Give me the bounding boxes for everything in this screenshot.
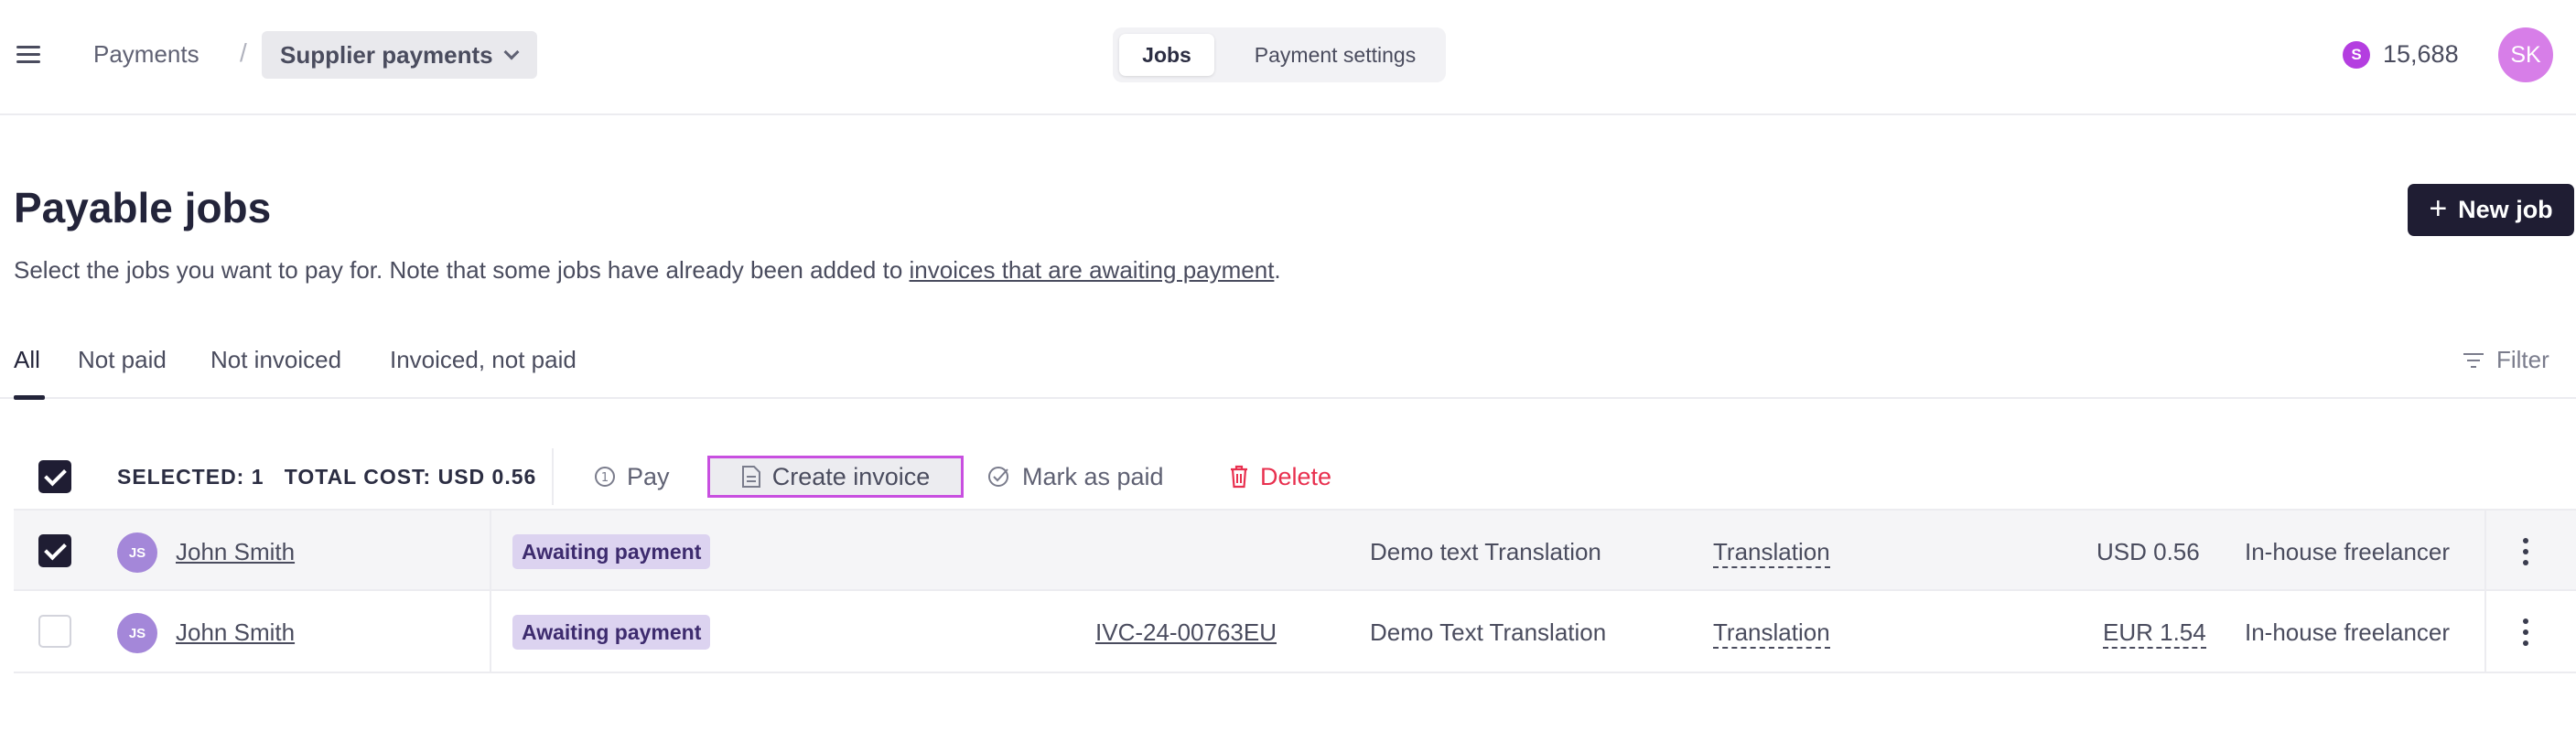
tab-all[interactable]: All: [14, 346, 40, 374]
active-tab-indicator: [14, 395, 45, 400]
view-switcher: Jobs Payment settings: [1113, 27, 1446, 82]
pay-label: Pay: [627, 462, 670, 490]
person-name-link[interactable]: John Smith: [176, 538, 295, 566]
provider-type: In-house freelancer: [2245, 538, 2451, 565]
table-row[interactable]: JS John Smith Awaiting payment Demo text…: [14, 509, 2576, 591]
job-name: Demo text Translation: [1370, 538, 1601, 565]
breadcrumb-current-label: Supplier payments: [280, 40, 493, 69]
check-circle-icon: [988, 467, 1008, 487]
page-description: Select the jobs you want to pay for. Not…: [14, 256, 1281, 285]
pay-icon: 1: [595, 467, 615, 487]
create-invoice-label: Create invoice: [771, 462, 931, 490]
invoice-link[interactable]: IVC-24-00763EU: [1095, 618, 1277, 647]
breadcrumb-separator: /: [240, 38, 247, 67]
provider-type: In-house freelancer: [2245, 618, 2451, 646]
filter-label: Filter: [2496, 346, 2549, 373]
document-icon: [741, 466, 760, 488]
breadcrumb-payments[interactable]: Payments: [93, 40, 199, 69]
table-row[interactable]: JS John Smith Awaiting payment IVC-24-00…: [14, 591, 2576, 673]
filter-tabs: All Not paid Not invoiced Invoiced, not …: [0, 339, 2576, 400]
bar-divider: [552, 448, 554, 505]
column-divider: [490, 591, 491, 672]
pay-button[interactable]: 1 Pay: [594, 456, 670, 498]
awaiting-invoices-link[interactable]: invoices that are awaiting payment: [910, 256, 1275, 284]
more-options-icon[interactable]: [2521, 618, 2530, 646]
column-divider: [2484, 591, 2486, 672]
bulk-action-bar: SELECTED: 1 TOTAL COST: USD 0.56 1 Pay C…: [14, 445, 2576, 509]
tab-payment-settings[interactable]: Payment settings: [1232, 34, 1439, 76]
job-type[interactable]: Translation: [1713, 538, 1830, 568]
tab-not-invoiced[interactable]: Not invoiced: [210, 346, 341, 374]
filter-button[interactable]: Filter: [2463, 346, 2549, 374]
trash-icon: [1231, 465, 1247, 489]
credits-balance: S 15,688: [2343, 40, 2459, 69]
breadcrumb-supplier-payments-dropdown[interactable]: Supplier payments: [262, 31, 537, 79]
more-options-icon[interactable]: [2521, 538, 2530, 565]
delete-button[interactable]: Delete: [1229, 456, 1331, 498]
row-checkbox[interactable]: [38, 615, 71, 648]
tab-jobs[interactable]: Jobs: [1119, 34, 1214, 76]
status-badge: Awaiting payment: [512, 534, 711, 569]
job-type[interactable]: Translation: [1713, 618, 1830, 649]
mark-as-paid-button[interactable]: Mark as paid: [987, 456, 1164, 498]
avatar: JS: [117, 613, 157, 653]
page-title: Payable jobs: [14, 184, 272, 231]
description-period: .: [1274, 256, 1281, 284]
new-job-label: New job: [2458, 196, 2553, 223]
new-job-button[interactable]: + New job: [2408, 184, 2574, 236]
mark-as-paid-label: Mark as paid: [1022, 462, 1164, 490]
avatar: JS: [117, 532, 157, 573]
chevron-down-icon: [503, 44, 520, 60]
column-divider: [2484, 511, 2486, 591]
job-name: Demo Text Translation: [1370, 618, 1607, 646]
job-amount: USD 0.56: [2096, 538, 2200, 565]
create-invoice-button[interactable]: Create invoice: [707, 456, 964, 498]
person-name-link[interactable]: John Smith: [176, 618, 295, 647]
job-amount[interactable]: EUR 1.54: [2103, 618, 2206, 649]
select-all-checkbox[interactable]: [38, 460, 71, 493]
column-divider: [490, 511, 491, 591]
status-badge: Awaiting payment: [512, 615, 711, 650]
selection-summary: SELECTED: 1 TOTAL COST: USD 0.56: [117, 465, 536, 489]
svg-text:1: 1: [601, 471, 609, 485]
menu-icon[interactable]: [16, 46, 40, 64]
tab-not-paid[interactable]: Not paid: [78, 346, 167, 374]
row-checkbox[interactable]: [38, 534, 71, 567]
delete-label: Delete: [1260, 462, 1332, 490]
selected-count: SELECTED: 1: [117, 465, 264, 489]
description-text: Select the jobs you want to pay for. Not…: [14, 256, 910, 284]
top-bar: Payments / Supplier payments Jobs Paymen…: [0, 0, 2576, 115]
credits-coin-icon: S: [2343, 40, 2370, 69]
tab-invoiced-not-paid[interactable]: Invoiced, not paid: [390, 346, 577, 374]
credits-value: 15,688: [2383, 40, 2459, 68]
plus-icon: +: [2429, 191, 2448, 226]
user-avatar[interactable]: SK: [2498, 27, 2553, 82]
filter-icon: [2463, 352, 2484, 368]
total-cost: TOTAL COST: USD 0.56: [284, 465, 537, 489]
